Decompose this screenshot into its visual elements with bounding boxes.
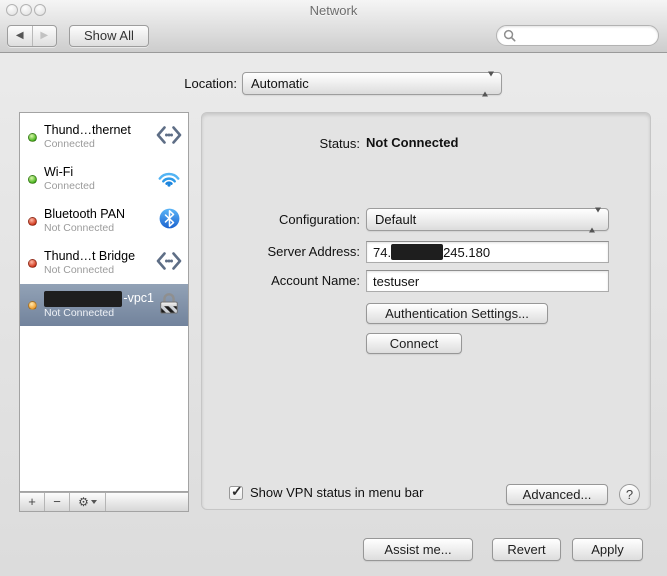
search-icon — [503, 29, 516, 42]
vpn-lock-icon — [154, 291, 184, 320]
interface-status: Not Connected — [44, 264, 154, 277]
status-dot-red — [28, 259, 37, 268]
show-vpn-status-label: Show VPN status in menu bar — [250, 485, 423, 500]
interface-row-thunderbolt-ethernet[interactable]: Thund…thernet Connected — [20, 116, 188, 158]
title-bar: Network ◀ ▶ Show All — [0, 0, 667, 53]
gear-icon: ⚙ — [78, 493, 89, 511]
account-name-value: testuser — [373, 274, 419, 289]
interface-row-bluetooth-pan[interactable]: Bluetooth PAN Not Connected — [20, 200, 188, 242]
connection-detail-panel: Status: Not Connected Configuration: Def… — [201, 112, 651, 510]
interface-status: Connected — [44, 180, 154, 193]
server-address-label: Server Address: — [202, 244, 360, 259]
checkmark-icon: ✓ — [231, 483, 243, 500]
interface-row-thunderbolt-bridge[interactable]: Thund…t Bridge Not Connected — [20, 242, 188, 284]
back-button[interactable]: ◀ — [8, 26, 33, 46]
network-preferences-window: Network ◀ ▶ Show All Location: Automatic… — [0, 0, 667, 576]
forward-button[interactable]: ▶ — [33, 26, 57, 46]
interface-name: Bluetooth PAN — [44, 207, 154, 222]
interface-list-actions: + − ⚙ — [19, 492, 189, 512]
show-vpn-status-row: ✓ Show VPN status in menu bar — [229, 485, 423, 500]
interface-actions-menu-button[interactable]: ⚙ — [70, 493, 106, 511]
remove-interface-button[interactable]: − — [45, 493, 70, 511]
interface-row-wifi[interactable]: Wi-Fi Connected — [20, 158, 188, 200]
redacted-text — [44, 291, 122, 307]
interface-status: Connected — [44, 138, 154, 151]
connect-button[interactable]: Connect — [366, 333, 462, 354]
wifi-icon — [154, 167, 184, 192]
interface-list: Thund…thernet Connected Wi-Fi Connected … — [19, 112, 189, 492]
location-value: Automatic — [251, 76, 309, 91]
menu-arrow-icon — [91, 500, 97, 504]
interface-name: Wi-Fi — [44, 165, 154, 180]
interface-status: Not Connected — [44, 307, 154, 320]
configuration-label: Configuration: — [202, 212, 360, 227]
redacted-text — [391, 244, 443, 260]
status-label: Status: — [202, 136, 360, 151]
server-address-prefix: 74. — [373, 245, 391, 260]
popup-arrows-icon — [482, 76, 494, 91]
status-value: Not Connected — [366, 135, 458, 150]
authentication-settings-button[interactable]: Authentication Settings... — [366, 303, 548, 324]
server-address-field[interactable]: 74. 245.180 — [366, 241, 609, 263]
interface-name: Thund…t Bridge — [44, 249, 154, 264]
interface-name: Thund…thernet — [44, 123, 154, 138]
location-label: Location: — [100, 76, 237, 91]
status-dot-red — [28, 217, 37, 226]
thunderbolt-ethernet-icon — [154, 125, 184, 150]
server-address-suffix: 245.180 — [443, 245, 490, 260]
interface-name: -vpc1 — [123, 291, 154, 306]
configuration-value: Default — [375, 212, 416, 227]
history-nav: ◀ ▶ — [7, 25, 57, 47]
interface-status: Not Connected — [44, 222, 154, 235]
help-button[interactable]: ? — [619, 484, 640, 505]
window-title: Network — [0, 3, 667, 18]
account-name-label: Account Name: — [202, 273, 360, 288]
assist-me-button[interactable]: Assist me... — [363, 538, 473, 561]
status-dot-green — [28, 175, 37, 184]
account-name-field[interactable]: testuser — [366, 270, 609, 292]
location-popup[interactable]: Automatic — [242, 72, 502, 95]
advanced-button[interactable]: Advanced... — [506, 484, 608, 505]
interface-row-vpn-selected[interactable]: -vpc1 Not Connected — [20, 284, 188, 326]
popup-arrows-icon — [589, 212, 601, 227]
status-dot-orange — [28, 301, 37, 310]
apply-button[interactable]: Apply — [572, 538, 643, 561]
show-all-button[interactable]: Show All — [69, 25, 149, 47]
search-input[interactable] — [496, 25, 659, 46]
thunderbolt-bridge-icon — [154, 251, 184, 276]
bluetooth-icon — [154, 208, 184, 234]
show-vpn-status-checkbox[interactable]: ✓ — [229, 486, 243, 500]
configuration-popup[interactable]: Default — [366, 208, 609, 231]
revert-button[interactable]: Revert — [492, 538, 561, 561]
status-dot-green — [28, 133, 37, 142]
add-interface-button[interactable]: + — [20, 493, 45, 511]
